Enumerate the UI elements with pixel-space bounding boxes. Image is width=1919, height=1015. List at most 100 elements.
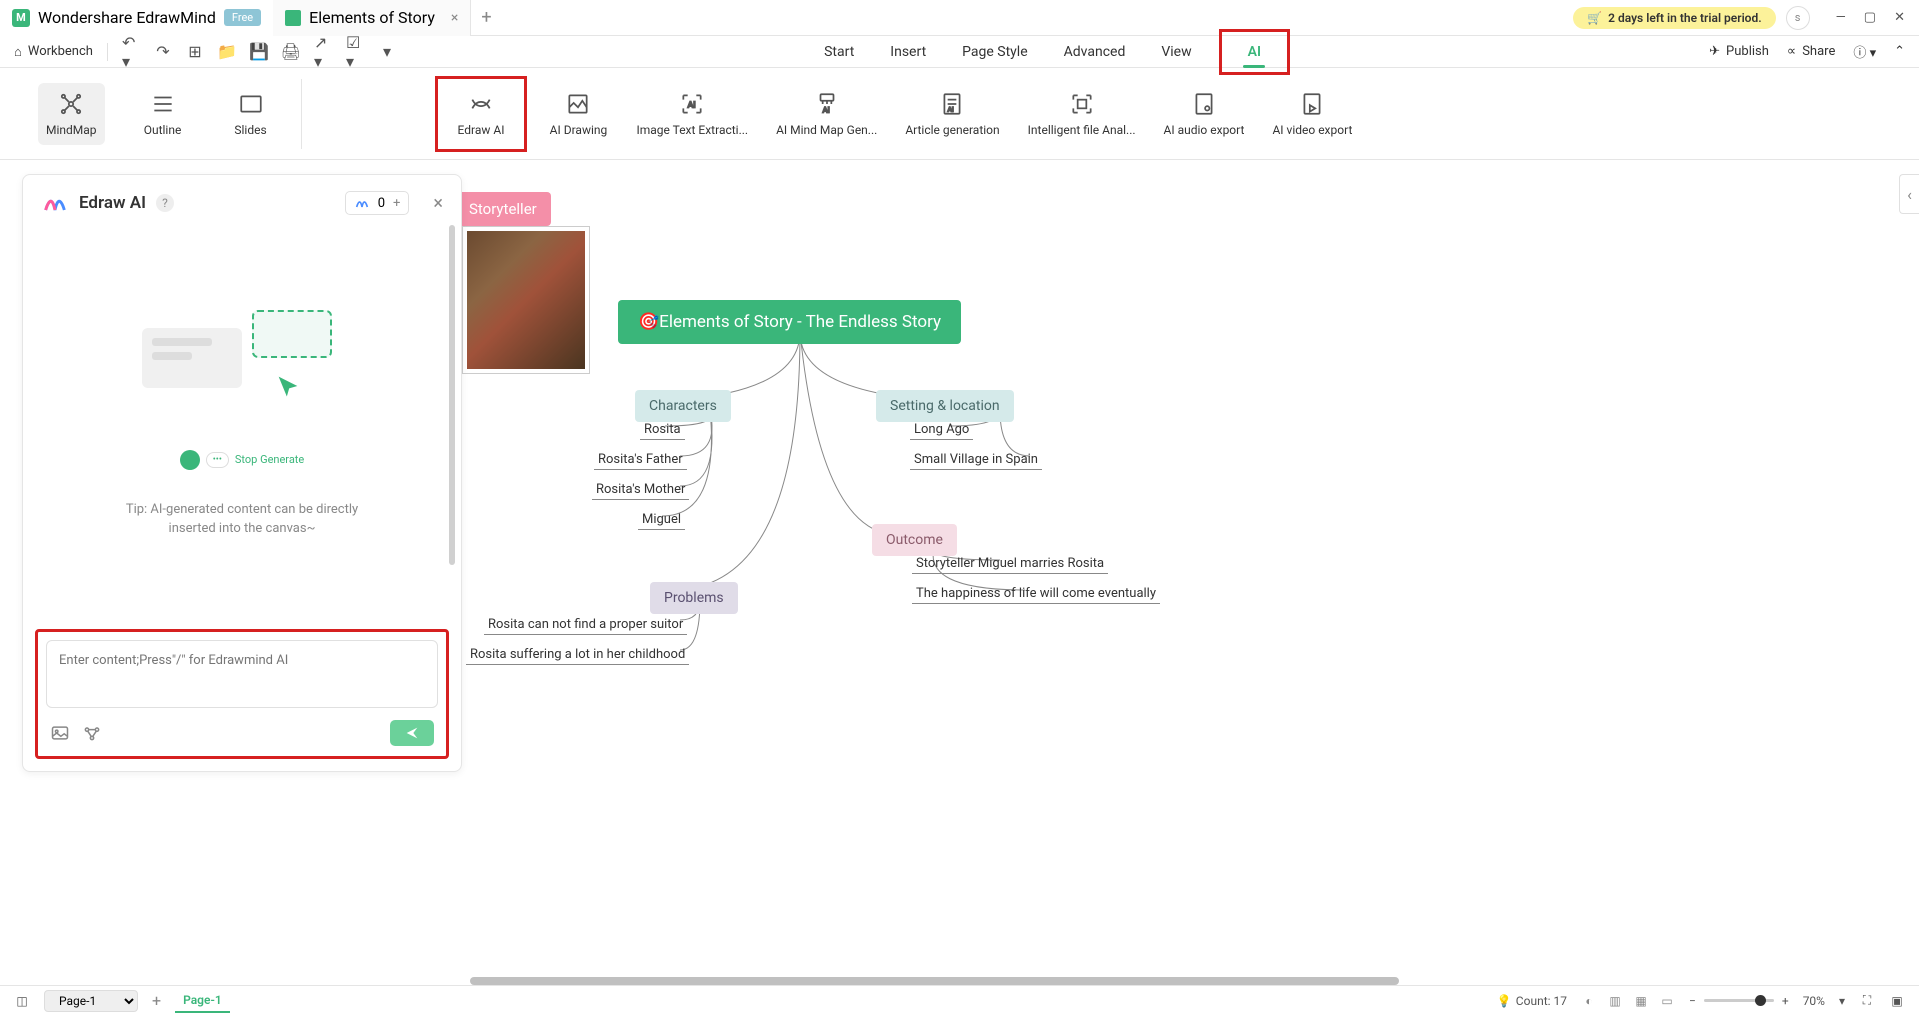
svg-text:AI: AI	[688, 100, 696, 110]
menu-start[interactable]: Start	[824, 38, 854, 66]
leaf-childhood[interactable]: Rosita suffering a lot in her childhood	[466, 645, 689, 665]
present-icon[interactable]: ▭	[1659, 993, 1675, 1009]
outline-view-button[interactable]: Outline	[133, 91, 193, 137]
ai-panel: Edraw AI ? 0 + × •••	[22, 174, 462, 772]
video-export-button[interactable]: AI video export	[1272, 91, 1352, 137]
node-outcome[interactable]: Outcome	[872, 524, 957, 556]
article-gen-button[interactable]: AI Article generation	[905, 91, 999, 137]
node-characters[interactable]: Characters	[635, 390, 731, 422]
leaf-marries[interactable]: Storyteller Miguel marries Rosita	[912, 554, 1108, 574]
panel-toggle-icon[interactable]: ◫	[14, 993, 30, 1009]
layout2-icon[interactable]: ▦	[1633, 993, 1649, 1009]
ai-image-icon[interactable]	[50, 723, 70, 743]
image-text-icon: AI	[679, 91, 705, 117]
node-image[interactable]	[462, 226, 590, 374]
redo-button[interactable]: ↷	[154, 43, 172, 61]
page-select[interactable]: Page-1	[44, 990, 138, 1012]
ai-input-highlight	[35, 629, 449, 759]
fit-icon[interactable]: ▣	[1889, 993, 1905, 1009]
zoom-dropdown-icon[interactable]: ▾	[1839, 994, 1845, 1008]
export-button[interactable]: ↗ ▾	[314, 43, 332, 61]
ai-mindmap-gen-button[interactable]: AI AI Mind Map Gen...	[776, 91, 877, 137]
ai-nodes-icon[interactable]	[82, 723, 102, 743]
add-credit-icon[interactable]: +	[393, 196, 400, 211]
close-tab-icon[interactable]: ×	[451, 10, 458, 26]
workbench-button[interactable]: ⌂ Workbench	[14, 44, 93, 60]
edraw-ai-button[interactable]: Edraw AI	[442, 83, 521, 145]
add-page-button[interactable]: +	[152, 991, 161, 1010]
open-button[interactable]: 📁	[218, 43, 236, 61]
user-avatar[interactable]: s	[1786, 6, 1810, 30]
ai-input[interactable]	[46, 640, 438, 708]
svg-text:AI: AI	[948, 105, 954, 113]
leaf-rosita-mother[interactable]: Rosita's Mother	[592, 480, 689, 500]
more-button[interactable]: ▾	[378, 43, 396, 61]
image-text-button[interactable]: AI Image Text Extracti...	[636, 91, 748, 137]
ai-drawing-button[interactable]: AI Drawing	[548, 91, 608, 137]
ai-send-button[interactable]	[390, 720, 434, 746]
share-button[interactable]: ∝ Share	[1787, 44, 1835, 59]
mindmap-view-button[interactable]: MindMap	[38, 83, 105, 145]
menu-ai[interactable]: AI	[1228, 38, 1281, 66]
leaf-suitor[interactable]: Rosita can not find a proper suitor	[484, 615, 687, 635]
mindmap-icon	[58, 91, 84, 117]
svg-text:AI: AI	[822, 105, 829, 114]
article-gen-icon: AI	[939, 91, 965, 117]
leaf-spain[interactable]: Small Village in Spain	[910, 450, 1042, 470]
slides-view-button[interactable]: Slides	[221, 91, 281, 137]
save-button[interactable]: 💾	[250, 43, 268, 61]
ai-panel-scrollbar[interactable]	[449, 225, 455, 565]
file-analysis-icon	[1069, 91, 1095, 117]
canvas[interactable]: Edraw AI ? 0 + × •••	[0, 160, 1919, 985]
maximize-button[interactable]: ▢	[1864, 10, 1876, 25]
file-tab[interactable]: Elements of Story ×	[273, 0, 471, 36]
help-icon[interactable]: ⓘ ▾	[1853, 42, 1876, 61]
layout1-icon[interactable]: ▥	[1607, 993, 1623, 1009]
horizontal-scrollbar[interactable]	[470, 977, 1399, 985]
close-button[interactable]: ✕	[1894, 10, 1905, 25]
file-analysis-button[interactable]: Intelligent file Anal...	[1028, 91, 1136, 137]
title-bar: M Wondershare EdrawMind Free Elements of…	[0, 0, 1919, 36]
ai-help-icon[interactable]: ?	[156, 194, 174, 212]
menu-insert[interactable]: Insert	[890, 38, 926, 66]
audio-export-icon	[1191, 91, 1217, 117]
print-button[interactable]: 🖨	[282, 43, 300, 61]
node-problems[interactable]: Problems	[650, 582, 738, 614]
audio-export-button[interactable]: AI audio export	[1164, 91, 1245, 137]
leaf-rosita[interactable]: Rosita	[640, 420, 685, 440]
trial-badge[interactable]: 🛒 2 days left in the trial period.	[1573, 7, 1775, 29]
share-toolbar-button[interactable]: ☑ ▾	[346, 43, 364, 61]
node-storyteller[interactable]: Storyteller	[455, 192, 551, 226]
send-icon	[404, 725, 420, 741]
zoom-slider[interactable]: − +	[1689, 994, 1789, 1008]
leaf-miguel[interactable]: Miguel	[638, 510, 685, 530]
ribbon-view-group: MindMap Outline Slides	[18, 79, 302, 149]
ai-close-button[interactable]: ×	[433, 193, 443, 214]
publish-button[interactable]: ✈ Publish	[1709, 44, 1769, 59]
page-tab[interactable]: Page-1	[175, 989, 230, 1013]
side-panel-toggle[interactable]: ‹	[1899, 174, 1919, 214]
zoom-in-icon[interactable]: +	[1782, 994, 1789, 1008]
zoom-out-icon[interactable]: −	[1689, 994, 1696, 1008]
minimize-button[interactable]: —	[1836, 10, 1846, 25]
undo-button[interactable]: ↶ ▾	[122, 43, 140, 61]
theme-icon[interactable]: ◐	[1581, 993, 1597, 1009]
fullscreen-icon[interactable]: ⛶	[1859, 993, 1875, 1009]
slides-icon	[238, 91, 264, 117]
zoom-value[interactable]: 70%	[1803, 994, 1825, 1008]
ai-credit-display[interactable]: 0 +	[345, 191, 410, 215]
node-main[interactable]: 🎯Elements of Story - The Endless Story	[618, 300, 961, 344]
leaf-rosita-father[interactable]: Rosita's Father	[594, 450, 687, 470]
add-tab-button[interactable]: +	[471, 7, 501, 28]
leaf-long-ago[interactable]: Long Ago	[910, 420, 973, 440]
app-tab: M Wondershare EdrawMind Free	[0, 0, 273, 36]
leaf-happiness[interactable]: The happiness of life will come eventual…	[912, 584, 1160, 604]
menu-advanced[interactable]: Advanced	[1064, 38, 1126, 66]
ai-stop-row: ••• Stop Generate	[180, 450, 305, 470]
top-right-actions: ✈ Publish ∝ Share ⓘ ▾ ⌃	[1709, 42, 1905, 61]
collapse-ribbon-icon[interactable]: ⌃	[1894, 44, 1905, 59]
node-setting[interactable]: Setting & location	[876, 390, 1014, 422]
menu-view[interactable]: View	[1161, 38, 1191, 66]
menu-page-style[interactable]: Page Style	[962, 38, 1027, 66]
new-button[interactable]: ⊞	[186, 43, 204, 61]
